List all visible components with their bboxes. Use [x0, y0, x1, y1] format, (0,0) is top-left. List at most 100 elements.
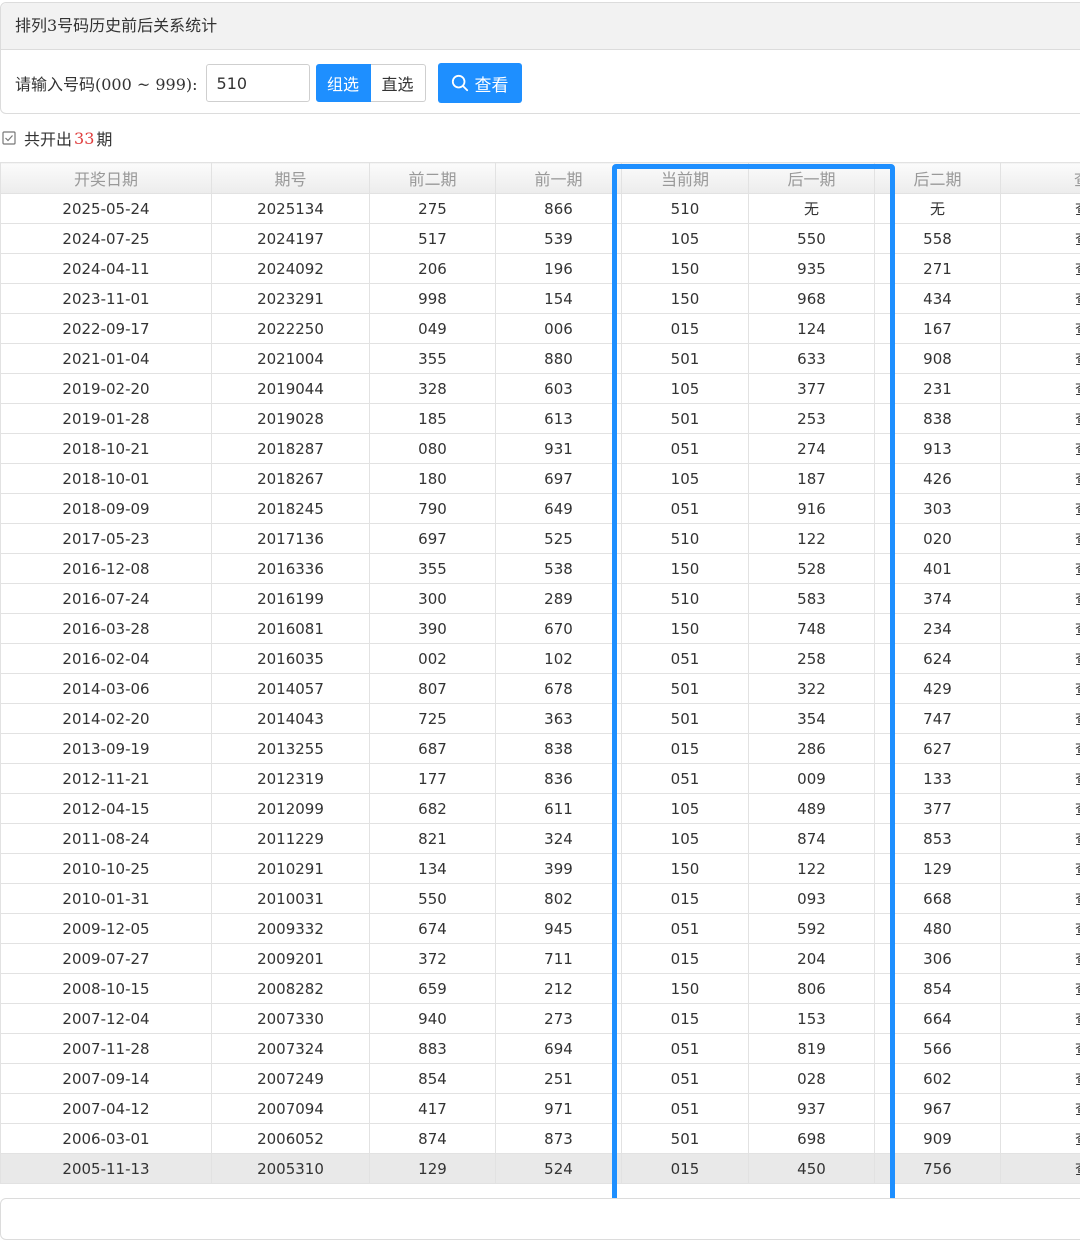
- result-count: 33: [74, 129, 94, 148]
- table-cell: 020: [875, 524, 1001, 554]
- table-cell: 417: [370, 1094, 496, 1124]
- view-link[interactable]: 查: [1001, 1064, 1080, 1094]
- column-header[interactable]: 前一期: [496, 163, 622, 194]
- view-link[interactable]: 查: [1001, 584, 1080, 614]
- table-cell: 510: [622, 584, 749, 614]
- table-cell: 2025-05-24: [1, 194, 212, 224]
- table-row: 2007-12-042007330940273015153664查: [1, 1004, 1080, 1034]
- view-link[interactable]: 查: [1001, 704, 1080, 734]
- view-link[interactable]: 查: [1001, 974, 1080, 1004]
- table-cell: 2018267: [212, 464, 370, 494]
- view-link[interactable]: 查: [1001, 764, 1080, 794]
- view-link[interactable]: 查: [1001, 374, 1080, 404]
- table-cell: 853: [875, 824, 1001, 854]
- group-select-button[interactable]: 组选: [316, 64, 371, 102]
- table-cell: 510: [622, 194, 749, 224]
- view-link[interactable]: 查: [1001, 494, 1080, 524]
- table-cell: 204: [749, 944, 875, 974]
- table-cell: 2017136: [212, 524, 370, 554]
- table-cell: 2014057: [212, 674, 370, 704]
- table-cell: 177: [370, 764, 496, 794]
- table-cell: 303: [875, 494, 1001, 524]
- column-header[interactable]: 开奖日期: [1, 163, 212, 194]
- number-input[interactable]: [206, 64, 310, 102]
- table-cell: 080: [370, 434, 496, 464]
- view-link[interactable]: 查: [1001, 194, 1080, 224]
- table-cell: 2018-09-09: [1, 494, 212, 524]
- view-link[interactable]: 查: [1001, 734, 1080, 764]
- column-header[interactable]: 查: [1001, 163, 1080, 194]
- view-link[interactable]: 查: [1001, 644, 1080, 674]
- view-link[interactable]: 查: [1001, 314, 1080, 344]
- table-cell: 2005-11-13: [1, 1154, 212, 1184]
- table-row: 2022-09-172022250049006015124167查: [1, 314, 1080, 344]
- table-cell: 2007-12-04: [1, 1004, 212, 1034]
- view-link[interactable]: 查: [1001, 674, 1080, 704]
- search-form: 请输入号码(000 ~ 999): 组选 直选 查看: [15, 63, 522, 103]
- view-link[interactable]: 查: [1001, 404, 1080, 434]
- table-cell: 009: [749, 764, 875, 794]
- table-cell: 916: [749, 494, 875, 524]
- view-link[interactable]: 查: [1001, 824, 1080, 854]
- table-cell: 275: [370, 194, 496, 224]
- view-link[interactable]: 查: [1001, 944, 1080, 974]
- view-link[interactable]: 查: [1001, 884, 1080, 914]
- table-row: 2008-10-152008282659212150806854查: [1, 974, 1080, 1004]
- view-link[interactable]: 查: [1001, 1094, 1080, 1124]
- table-cell: 006: [496, 314, 622, 344]
- view-link[interactable]: 查: [1001, 1124, 1080, 1154]
- table-cell: 697: [370, 524, 496, 554]
- table-row: 2009-12-052009332674945051592480查: [1, 914, 1080, 944]
- direct-select-button[interactable]: 直选: [371, 64, 426, 102]
- view-link[interactable]: 查: [1001, 1004, 1080, 1034]
- table-cell: 150: [622, 254, 749, 284]
- view-link[interactable]: 查: [1001, 434, 1080, 464]
- column-header[interactable]: 后一期: [749, 163, 875, 194]
- table-cell: 967: [875, 1094, 1001, 1124]
- table-cell: 372: [370, 944, 496, 974]
- view-link[interactable]: 查: [1001, 1034, 1080, 1064]
- table-cell: 2019044: [212, 374, 370, 404]
- table-cell: 836: [496, 764, 622, 794]
- column-header[interactable]: 当前期: [622, 163, 749, 194]
- table-cell: 2012319: [212, 764, 370, 794]
- query-button[interactable]: 查看: [438, 63, 522, 103]
- table-cell: 150: [622, 974, 749, 1004]
- page-title: 排列3号码历史前后关系统计: [1, 3, 1080, 50]
- column-header[interactable]: 期号: [212, 163, 370, 194]
- table-cell: 908: [875, 344, 1001, 374]
- view-link[interactable]: 查: [1001, 914, 1080, 944]
- table-cell: 2018-10-21: [1, 434, 212, 464]
- table-cell: 187: [749, 464, 875, 494]
- column-header[interactable]: 前二期: [370, 163, 496, 194]
- table-row: 2013-09-192013255687838015286627查: [1, 734, 1080, 764]
- summary-suffix: 期: [96, 126, 112, 150]
- table-cell: 015: [622, 944, 749, 974]
- table-cell: 2024092: [212, 254, 370, 284]
- view-link[interactable]: 查: [1001, 344, 1080, 374]
- column-header[interactable]: 后二期: [875, 163, 1001, 194]
- view-link[interactable]: 查: [1001, 614, 1080, 644]
- view-link[interactable]: 查: [1001, 224, 1080, 254]
- view-link[interactable]: 查: [1001, 254, 1080, 284]
- table-row: 2018-10-212018287080931051274913查: [1, 434, 1080, 464]
- table-cell: 354: [749, 704, 875, 734]
- table-cell: 2010-10-25: [1, 854, 212, 884]
- table-cell: 289: [496, 584, 622, 614]
- view-link[interactable]: 查: [1001, 524, 1080, 554]
- view-link[interactable]: 查: [1001, 554, 1080, 584]
- table-cell: 153: [749, 1004, 875, 1034]
- table-cell: 2007330: [212, 1004, 370, 1034]
- table-row: 2007-04-122007094417971051937967查: [1, 1094, 1080, 1124]
- view-link[interactable]: 查: [1001, 464, 1080, 494]
- view-link[interactable]: 查: [1001, 794, 1080, 824]
- results-table: 开奖日期 期号 前二期 前一期 当前期 后一期 后二期 查 2025-05-24…: [0, 162, 1080, 1184]
- table-cell: 694: [496, 1034, 622, 1064]
- table-row: 2009-07-272009201372711015204306查: [1, 944, 1080, 974]
- view-link[interactable]: 查: [1001, 854, 1080, 884]
- table-cell: 806: [749, 974, 875, 1004]
- table-cell: 790: [370, 494, 496, 524]
- view-link[interactable]: 查: [1001, 1154, 1080, 1184]
- search-icon: [451, 74, 469, 92]
- view-link[interactable]: 查: [1001, 284, 1080, 314]
